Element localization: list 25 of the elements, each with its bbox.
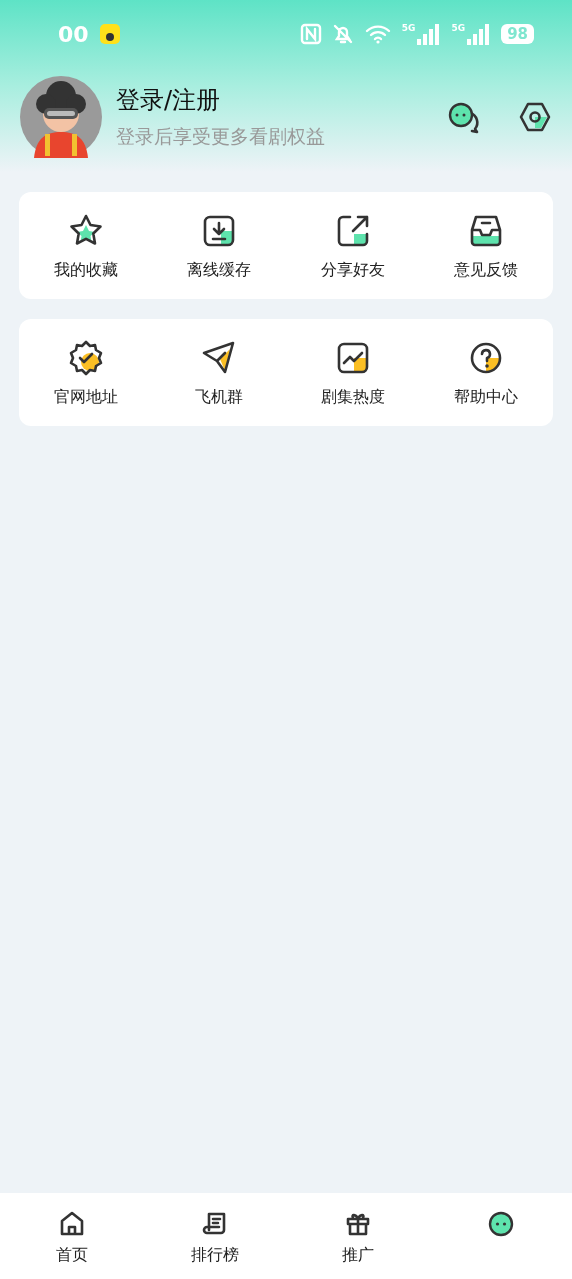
menu-item[interactable]: 离线缓存 [152,212,286,281]
status-time: 00 [58,21,89,47]
menu-item[interactable]: 我的收藏 [19,212,153,281]
muted-bell-icon [331,23,354,45]
wifi-icon [363,23,392,45]
network-type-label: 5G [401,23,416,33]
app-notification-icon [98,23,121,45]
menu-item[interactable]: 飞机群 [152,339,286,408]
menu-item[interactable]: 帮助中心 [419,339,553,408]
tab-item[interactable]: 首页 [0,1193,143,1279]
login-hint-text: 登录后享受更多看剧权益 [116,124,326,149]
menu-item[interactable]: 分享好友 [286,212,420,281]
chat-bubbles-button[interactable] [446,100,480,134]
menu-item[interactable]: 意见反馈 [419,212,553,281]
tab-item[interactable]: 推广 [286,1193,429,1279]
network-type-label: 5G [451,23,466,33]
menu-item[interactable]: 剧集热度 [286,339,420,408]
tab-item[interactable]: 排行榜 [143,1193,286,1279]
signal-icon [467,23,492,45]
menu-item[interactable]: 官网地址 [19,339,153,408]
nfc-icon [299,23,322,45]
settings-button[interactable] [518,100,552,134]
battery-indicator: 98 [501,24,534,44]
signal-icon [417,23,442,45]
login-register-title[interactable]: 登录/注册 [116,84,408,116]
